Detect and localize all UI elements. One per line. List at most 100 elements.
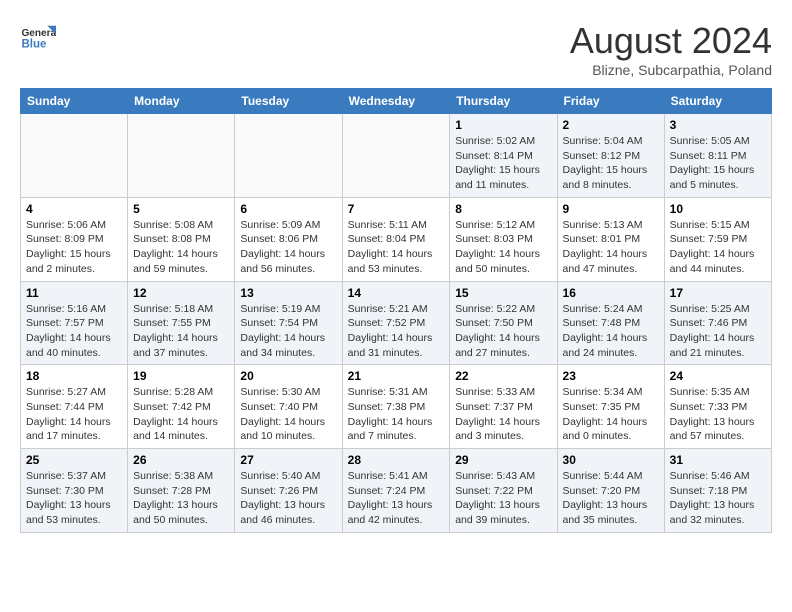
calendar-cell xyxy=(128,114,235,198)
day-info: Sunrise: 5:37 AMSunset: 7:30 PMDaylight:… xyxy=(26,469,122,528)
day-info: Sunrise: 5:16 AMSunset: 7:57 PMDaylight:… xyxy=(26,302,122,361)
calendar-cell: 24Sunrise: 5:35 AMSunset: 7:33 PMDayligh… xyxy=(664,365,771,449)
day-info: Sunrise: 5:15 AMSunset: 7:59 PMDaylight:… xyxy=(670,218,766,277)
calendar-cell: 10 Sunrise: 5:15 AMSunset: 7:59 PMDayligh… xyxy=(664,197,771,281)
calendar-cell: 15 Sunrise: 5:22 AMSunset: 7:50 PMDayligh… xyxy=(450,281,557,365)
day-number: 16 xyxy=(563,286,659,300)
day-info: Sunrise: 5:06 AMSunset: 8:09 PMDaylight:… xyxy=(26,218,122,277)
calendar-cell: 21Sunrise: 5:31 AMSunset: 7:38 PMDayligh… xyxy=(342,365,450,449)
calendar-cell: 25 Sunrise: 5:37 AMSunset: 7:30 PMDayligh… xyxy=(21,449,128,533)
calendar-cell: 6 Sunrise: 5:09 AMSunset: 8:06 PMDaylight… xyxy=(235,197,342,281)
day-info: Sunrise: 5:30 AMSunset: 7:40 PMDaylight:… xyxy=(240,385,336,444)
day-info: Sunrise: 5:13 AMSunset: 8:01 PMDaylight:… xyxy=(563,218,659,277)
day-number: 27 xyxy=(240,453,336,467)
calendar-cell: 31 Sunrise: 5:46 AMSunset: 7:18 PMDayligh… xyxy=(664,449,771,533)
day-info: Sunrise: 5:34 AMSunset: 7:35 PMDaylight:… xyxy=(563,385,659,444)
day-number: 6 xyxy=(240,202,336,216)
day-number: 15 xyxy=(455,286,551,300)
calendar-header-row: SundayMondayTuesdayWednesdayThursdayFrid… xyxy=(21,89,772,114)
calendar-cell: 2 Sunrise: 5:04 AMSunset: 8:12 PMDaylight… xyxy=(557,114,664,198)
logo: General Blue xyxy=(20,20,56,56)
day-info: Sunrise: 5:24 AMSunset: 7:48 PMDaylight:… xyxy=(563,302,659,361)
day-info: Sunrise: 5:40 AMSunset: 7:26 PMDaylight:… xyxy=(240,469,336,528)
calendar-cell: 5 Sunrise: 5:08 AMSunset: 8:08 PMDaylight… xyxy=(128,197,235,281)
calendar-cell: 11 Sunrise: 5:16 AMSunset: 7:57 PMDayligh… xyxy=(21,281,128,365)
day-number: 1 xyxy=(455,118,551,132)
calendar-cell: 1 Sunrise: 5:02 AMSunset: 8:14 PMDaylight… xyxy=(450,114,557,198)
location-subtitle: Blizne, Subcarpathia, Poland xyxy=(570,62,772,78)
calendar-cell: 19 Sunrise: 5:28 AMSunset: 7:42 PMDayligh… xyxy=(128,365,235,449)
calendar-cell xyxy=(342,114,450,198)
day-number: 10 xyxy=(670,202,766,216)
calendar-table: SundayMondayTuesdayWednesdayThursdayFrid… xyxy=(20,88,772,533)
calendar-cell: 4 Sunrise: 5:06 AMSunset: 8:09 PMDaylight… xyxy=(21,197,128,281)
day-info: Sunrise: 5:27 AMSunset: 7:44 PMDaylight:… xyxy=(26,385,122,444)
day-info: Sunrise: 5:28 AMSunset: 7:42 PMDaylight:… xyxy=(133,385,229,444)
day-info: Sunrise: 5:04 AMSunset: 8:12 PMDaylight:… xyxy=(563,134,659,193)
col-header-wednesday: Wednesday xyxy=(342,89,450,114)
day-number: 3 xyxy=(670,118,766,132)
day-number: 9 xyxy=(563,202,659,216)
calendar-cell: 3Sunrise: 5:05 AMSunset: 8:11 PMDaylight… xyxy=(664,114,771,198)
col-header-saturday: Saturday xyxy=(664,89,771,114)
col-header-sunday: Sunday xyxy=(21,89,128,114)
day-info: Sunrise: 5:31 AMSunset: 7:38 PMDaylight:… xyxy=(348,385,445,444)
day-info: Sunrise: 5:44 AMSunset: 7:20 PMDaylight:… xyxy=(563,469,659,528)
calendar-cell: 20Sunrise: 5:30 AMSunset: 7:40 PMDayligh… xyxy=(235,365,342,449)
calendar-cell: 29Sunrise: 5:43 AMSunset: 7:22 PMDayligh… xyxy=(450,449,557,533)
day-number: 11 xyxy=(26,286,122,300)
day-info: Sunrise: 5:18 AMSunset: 7:55 PMDaylight:… xyxy=(133,302,229,361)
calendar-cell: 16 Sunrise: 5:24 AMSunset: 7:48 PMDayligh… xyxy=(557,281,664,365)
calendar-cell: 14 Sunrise: 5:21 AMSunset: 7:52 PMDayligh… xyxy=(342,281,450,365)
calendar-cell: 27 Sunrise: 5:40 AMSunset: 7:26 PMDayligh… xyxy=(235,449,342,533)
col-header-friday: Friday xyxy=(557,89,664,114)
svg-text:General: General xyxy=(21,28,56,39)
day-number: 18 xyxy=(26,369,122,383)
day-number: 8 xyxy=(455,202,551,216)
calendar-cell: 22Sunrise: 5:33 AMSunset: 7:37 PMDayligh… xyxy=(450,365,557,449)
day-number: 23 xyxy=(563,369,659,383)
day-number: 5 xyxy=(133,202,229,216)
week-row-1: 1 Sunrise: 5:02 AMSunset: 8:14 PMDaylight… xyxy=(21,114,772,198)
calendar-cell: 23 Sunrise: 5:34 AMSunset: 7:35 PMDayligh… xyxy=(557,365,664,449)
day-number: 7 xyxy=(348,202,445,216)
day-number: 28 xyxy=(348,453,445,467)
day-number: 14 xyxy=(348,286,445,300)
day-info: Sunrise: 5:43 AMSunset: 7:22 PMDaylight:… xyxy=(455,469,551,528)
col-header-monday: Monday xyxy=(128,89,235,114)
month-year-title: August 2024 xyxy=(570,20,772,62)
day-info: Sunrise: 5:21 AMSunset: 7:52 PMDaylight:… xyxy=(348,302,445,361)
day-number: 13 xyxy=(240,286,336,300)
day-info: Sunrise: 5:35 AMSunset: 7:33 PMDaylight:… xyxy=(670,385,766,444)
svg-text:Blue: Blue xyxy=(21,38,47,50)
col-header-thursday: Thursday xyxy=(450,89,557,114)
page-header: General Blue August 2024 Blizne, Subcarp… xyxy=(20,20,772,78)
day-number: 19 xyxy=(133,369,229,383)
week-row-4: 18 Sunrise: 5:27 AMSunset: 7:44 PMDayligh… xyxy=(21,365,772,449)
day-info: Sunrise: 5:19 AMSunset: 7:54 PMDaylight:… xyxy=(240,302,336,361)
day-info: Sunrise: 5:46 AMSunset: 7:18 PMDaylight:… xyxy=(670,469,766,528)
day-info: Sunrise: 5:08 AMSunset: 8:08 PMDaylight:… xyxy=(133,218,229,277)
day-info: Sunrise: 5:22 AMSunset: 7:50 PMDaylight:… xyxy=(455,302,551,361)
day-number: 2 xyxy=(563,118,659,132)
calendar-cell xyxy=(235,114,342,198)
day-info: Sunrise: 5:09 AMSunset: 8:06 PMDaylight:… xyxy=(240,218,336,277)
day-info: Sunrise: 5:41 AMSunset: 7:24 PMDaylight:… xyxy=(348,469,445,528)
calendar-cell: 13 Sunrise: 5:19 AMSunset: 7:54 PMDayligh… xyxy=(235,281,342,365)
day-number: 25 xyxy=(26,453,122,467)
day-number: 12 xyxy=(133,286,229,300)
day-info: Sunrise: 5:02 AMSunset: 8:14 PMDaylight:… xyxy=(455,134,551,193)
day-number: 30 xyxy=(563,453,659,467)
week-row-3: 11 Sunrise: 5:16 AMSunset: 7:57 PMDayligh… xyxy=(21,281,772,365)
day-number: 31 xyxy=(670,453,766,467)
calendar-cell xyxy=(21,114,128,198)
calendar-cell: 9 Sunrise: 5:13 AMSunset: 8:01 PMDaylight… xyxy=(557,197,664,281)
day-info: Sunrise: 5:33 AMSunset: 7:37 PMDaylight:… xyxy=(455,385,551,444)
logo-icon: General Blue xyxy=(20,20,56,56)
day-number: 4 xyxy=(26,202,122,216)
day-number: 26 xyxy=(133,453,229,467)
calendar-cell: 17Sunrise: 5:25 AMSunset: 7:46 PMDayligh… xyxy=(664,281,771,365)
col-header-tuesday: Tuesday xyxy=(235,89,342,114)
day-info: Sunrise: 5:11 AMSunset: 8:04 PMDaylight:… xyxy=(348,218,445,277)
day-number: 17 xyxy=(670,286,766,300)
